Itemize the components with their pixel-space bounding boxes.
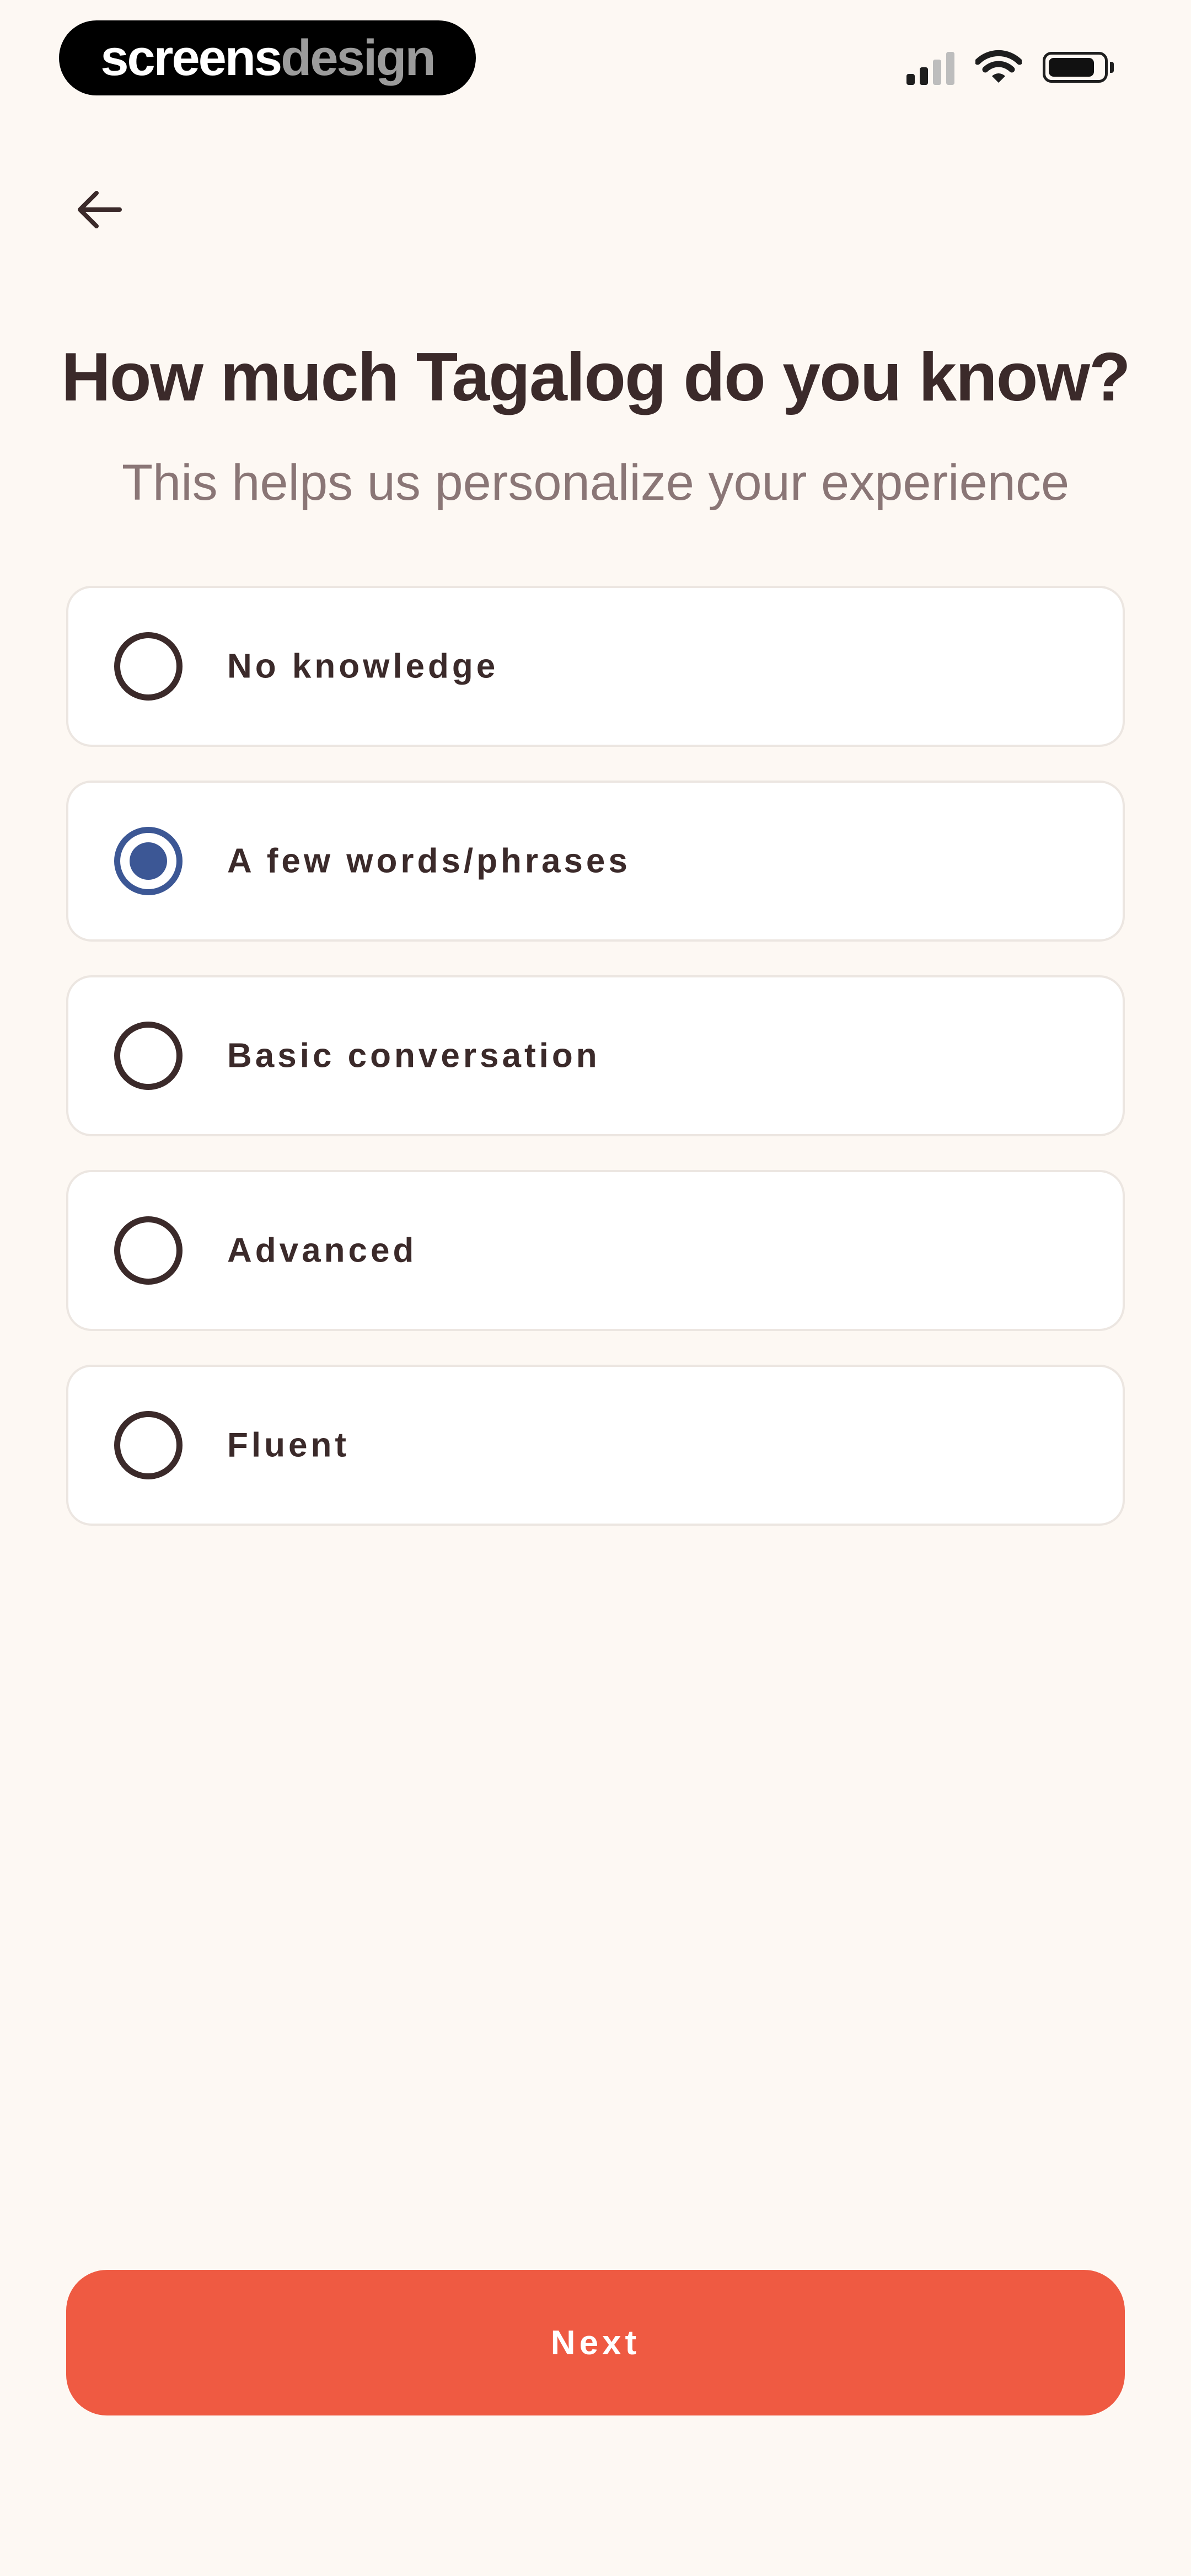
option-fluent[interactable]: Fluent bbox=[66, 1365, 1125, 1526]
option-label: Advanced bbox=[227, 1231, 417, 1270]
status-bar: screens design bbox=[0, 0, 1191, 116]
next-button[interactable]: Next bbox=[66, 2270, 1125, 2415]
status-icons bbox=[906, 47, 1114, 87]
option-label: A few words/phrases bbox=[227, 842, 631, 880]
brand-logo-part-1: screens bbox=[100, 30, 282, 86]
page-subtitle: This helps us personalize your experienc… bbox=[121, 455, 1070, 511]
brand-logo-part-2: design bbox=[281, 30, 436, 86]
option-no-knowledge[interactable]: No knowledge bbox=[66, 586, 1125, 747]
cellular-signal-icon bbox=[906, 50, 954, 85]
wifi-icon bbox=[975, 50, 1022, 85]
battery-level bbox=[1049, 58, 1094, 77]
brand-logo: screens design bbox=[59, 20, 476, 95]
back-button[interactable] bbox=[66, 177, 132, 243]
arrow-left-icon bbox=[78, 191, 122, 228]
option-label: Basic conversation bbox=[227, 1036, 600, 1075]
battery-icon bbox=[1043, 52, 1114, 83]
option-advanced[interactable]: Advanced bbox=[66, 1170, 1125, 1331]
radio-button[interactable] bbox=[114, 1022, 183, 1090]
radio-button[interactable] bbox=[114, 632, 183, 701]
radio-button[interactable] bbox=[114, 1216, 183, 1285]
option-basic-conversation[interactable]: Basic conversation bbox=[66, 975, 1125, 1136]
radio-button[interactable] bbox=[114, 1411, 183, 1479]
radio-button-selected[interactable] bbox=[114, 827, 183, 895]
options-list: No knowledge A few words/phrases Basic c… bbox=[66, 586, 1125, 1559]
page-title: How much Tagalog do you know? bbox=[61, 339, 1130, 415]
option-a-few-words[interactable]: A few words/phrases bbox=[66, 781, 1125, 942]
option-label: Fluent bbox=[227, 1426, 350, 1465]
option-label: No knowledge bbox=[227, 647, 499, 686]
